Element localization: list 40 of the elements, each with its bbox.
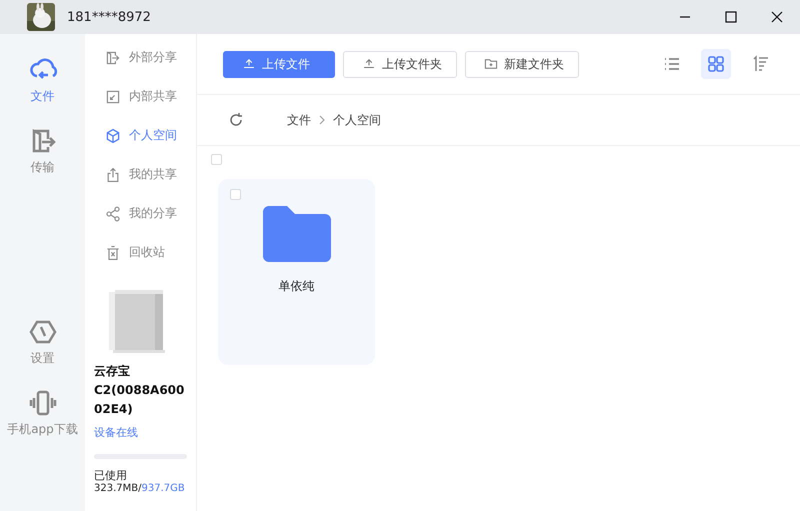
folder-name: 单依纯	[278, 278, 314, 295]
device-name: 云存宝 C2(0088A60002E4)	[94, 363, 186, 418]
chevron-icon	[317, 115, 327, 125]
upload-icon	[242, 57, 256, 71]
folder-card[interactable]: 单依纯	[218, 179, 375, 365]
nav-tab[interactable]: 设置	[28, 318, 56, 367]
grid-icon	[706, 54, 726, 74]
sidebar-item[interactable]: 外部分享	[85, 38, 196, 77]
sidebar-item[interactable]: 回收站	[85, 233, 196, 272]
share-nodes-icon	[105, 206, 121, 222]
grid-view-button[interactable]	[701, 49, 731, 79]
new-folder-button[interactable]: 新建文件夹	[465, 50, 579, 78]
account-name: 181****8972	[67, 10, 151, 24]
breadcrumb-item[interactable]: 个人空间	[333, 112, 381, 128]
cube-icon	[105, 128, 121, 144]
upload-icon	[362, 57, 376, 71]
sidebar-item[interactable]: 我的分享	[85, 194, 196, 233]
upload-button[interactable]: 上传文件	[223, 50, 335, 78]
sidebar-item[interactable]: 我的共享	[85, 155, 196, 194]
upload-button[interactable]: 上传文件夹	[343, 50, 457, 78]
sidebar-item[interactable]: 内部共享	[85, 77, 196, 116]
storage-label: 已使用	[94, 468, 128, 483]
nav-tab[interactable]: 手机app下载	[7, 389, 78, 438]
checkbox[interactable]	[230, 189, 241, 200]
folder-plus-icon	[484, 57, 498, 71]
folder-icon	[262, 206, 330, 262]
refresh-icon[interactable]	[228, 112, 244, 128]
storage-usage: 323.7MB/937.7GB	[94, 483, 185, 494]
import-icon	[105, 88, 121, 104]
settings-icon	[28, 318, 56, 346]
device-status: 设备在线	[94, 425, 139, 440]
sidebar-item[interactable]: 个人空间	[85, 116, 196, 155]
share-icon	[105, 166, 121, 182]
export-icon	[105, 50, 121, 66]
nav-tab[interactable]: 传输	[28, 127, 56, 176]
trash-icon	[105, 244, 121, 260]
breadcrumb-item[interactable]: 文件	[287, 112, 311, 128]
nav-tab[interactable]: 文件	[28, 56, 56, 105]
checkbox[interactable]	[211, 154, 222, 165]
phone-icon	[28, 389, 56, 417]
